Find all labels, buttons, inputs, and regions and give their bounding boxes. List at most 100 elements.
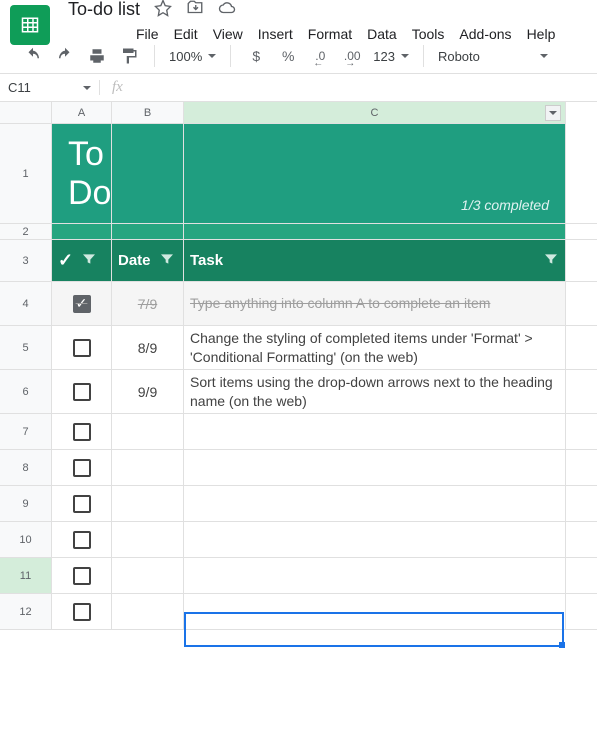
cell-b11[interactable] xyxy=(112,558,184,593)
undo-button[interactable] xyxy=(22,45,44,67)
row-header-8[interactable]: 8 xyxy=(0,450,52,486)
cell-b1[interactable] xyxy=(112,124,184,223)
filter-date-icon[interactable] xyxy=(159,251,175,271)
percent-button[interactable]: % xyxy=(277,45,299,67)
menu-tools[interactable]: Tools xyxy=(412,26,445,42)
row-header-4[interactable]: 4 xyxy=(0,282,52,326)
row-header-1[interactable]: 1 xyxy=(0,124,52,224)
cell-a2[interactable] xyxy=(52,224,112,239)
checkbox-row12[interactable] xyxy=(73,603,91,621)
cell-a7[interactable] xyxy=(52,414,112,449)
cell-b4[interactable]: 7/9 xyxy=(112,282,184,325)
cell-b8[interactable] xyxy=(112,450,184,485)
row-header-12[interactable]: 12 xyxy=(0,594,52,630)
cell-a4[interactable] xyxy=(52,282,112,325)
cell-c4[interactable]: Type anything into column A to complete … xyxy=(184,282,566,325)
cell-b6[interactable]: 9/9 xyxy=(112,370,184,413)
progress-text: 1/3 completed xyxy=(461,197,549,213)
row-header-5[interactable]: 5 xyxy=(0,326,52,370)
menu-data[interactable]: Data xyxy=(367,26,397,42)
cell-b7[interactable] xyxy=(112,414,184,449)
cell-a3[interactable]: ✓ xyxy=(52,240,112,281)
cell-b12[interactable] xyxy=(112,594,184,629)
redo-button[interactable] xyxy=(54,45,76,67)
menu-view[interactable]: View xyxy=(213,26,243,42)
cell-a9[interactable] xyxy=(52,486,112,521)
paint-format-button[interactable] xyxy=(118,45,140,67)
select-all-corner[interactable] xyxy=(0,102,52,124)
checkbox-row9[interactable] xyxy=(73,495,91,513)
cell-c11[interactable] xyxy=(184,558,566,593)
cell-c9[interactable] xyxy=(184,486,566,521)
task-column-label: Task xyxy=(190,252,223,269)
menu-edit[interactable]: Edit xyxy=(174,26,198,42)
row-header-10[interactable]: 10 xyxy=(0,522,52,558)
star-icon[interactable] xyxy=(154,0,172,20)
cell-c12[interactable] xyxy=(184,594,566,629)
sheets-app-icon[interactable] xyxy=(10,5,50,45)
cell-a5[interactable] xyxy=(52,326,112,369)
checkbox-row7[interactable] xyxy=(73,423,91,441)
row-header-2[interactable]: 2 xyxy=(0,224,52,240)
cell-a12[interactable] xyxy=(52,594,112,629)
checkbox-row11[interactable] xyxy=(73,567,91,585)
row-header-9[interactable]: 9 xyxy=(0,486,52,522)
checkbox-row8[interactable] xyxy=(73,459,91,477)
column-header-a[interactable]: A xyxy=(52,102,112,124)
row-header-6[interactable]: 6 xyxy=(0,370,52,414)
cell-b9[interactable] xyxy=(112,486,184,521)
todo-title: To Do xyxy=(58,135,111,213)
cell-c7[interactable] xyxy=(184,414,566,449)
cell-a10[interactable] xyxy=(52,522,112,557)
column-header-c-label: C xyxy=(371,107,379,119)
cell-c3[interactable]: Task xyxy=(184,240,566,281)
document-title[interactable]: To-do list xyxy=(68,0,140,20)
cell-a8[interactable] xyxy=(52,450,112,485)
cell-b2[interactable] xyxy=(112,224,184,239)
cell-b10[interactable] xyxy=(112,522,184,557)
font-select[interactable]: Roboto xyxy=(438,49,548,64)
menu-help[interactable]: Help xyxy=(527,26,556,42)
zoom-select[interactable]: 100% xyxy=(169,49,216,64)
menu-format[interactable]: Format xyxy=(308,26,352,42)
checkbox-row10[interactable] xyxy=(73,531,91,549)
cloud-status-icon[interactable] xyxy=(218,0,236,20)
checkbox-row6[interactable] xyxy=(73,383,91,401)
checkbox-row4[interactable] xyxy=(73,295,91,313)
cell-c5[interactable]: Change the styling of completed items un… xyxy=(184,326,566,369)
decrease-decimal-button[interactable]: .0← xyxy=(309,45,331,67)
cell-a1[interactable]: To Do xyxy=(52,124,112,223)
currency-button[interactable]: $ xyxy=(245,45,267,67)
menu-addons[interactable]: Add-ons xyxy=(459,26,511,42)
cell-c2[interactable] xyxy=(184,224,566,239)
column-header-c[interactable]: C xyxy=(184,102,566,124)
print-button[interactable] xyxy=(86,45,108,67)
row-header-7[interactable]: 7 xyxy=(0,414,52,450)
date-column-label: Date xyxy=(118,252,151,269)
cell-a6[interactable] xyxy=(52,370,112,413)
row-header-3[interactable]: 3 xyxy=(0,240,52,282)
move-icon[interactable] xyxy=(186,0,204,20)
cell-b3[interactable]: Date xyxy=(112,240,184,281)
column-c-dropdown-icon[interactable] xyxy=(545,105,561,121)
cell-c8[interactable] xyxy=(184,450,566,485)
menu-file[interactable]: File xyxy=(136,26,159,42)
filter-task-icon[interactable] xyxy=(543,251,559,271)
formula-input[interactable] xyxy=(135,78,597,97)
row-header-11[interactable]: 11 xyxy=(0,558,52,594)
check-column-label: ✓ xyxy=(58,250,73,271)
fx-label: fx xyxy=(100,79,135,96)
cell-b5[interactable]: 8/9 xyxy=(112,326,184,369)
checkbox-row5[interactable] xyxy=(73,339,91,357)
cell-c10[interactable] xyxy=(184,522,566,557)
cell-c1[interactable]: 1/3 completed xyxy=(184,124,566,223)
filter-check-icon[interactable] xyxy=(81,251,97,271)
cell-c6[interactable]: Sort items using the drop-down arrows ne… xyxy=(184,370,566,413)
cell-a11[interactable] xyxy=(52,558,112,593)
name-box[interactable]: C11 xyxy=(0,80,100,95)
menu-insert[interactable]: Insert xyxy=(258,26,293,42)
number-format-select[interactable]: 123 xyxy=(373,49,409,64)
column-header-b[interactable]: B xyxy=(112,102,184,124)
increase-decimal-button[interactable]: .00→ xyxy=(341,45,363,67)
selection-fill-handle[interactable] xyxy=(559,642,565,648)
